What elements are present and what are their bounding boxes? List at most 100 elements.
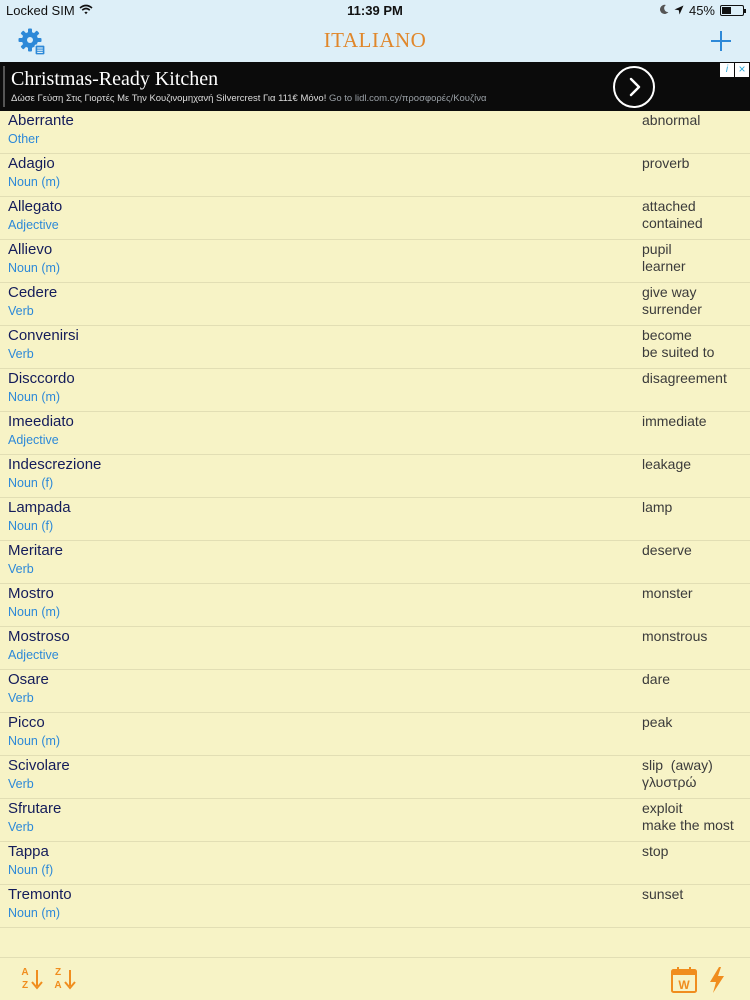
word-translation: give way surrender [642, 284, 702, 317]
word-italian: Mostroso [8, 628, 70, 645]
moon-icon [659, 3, 669, 18]
battery-icon [720, 5, 746, 16]
word-translation: become be suited to [642, 327, 715, 360]
word-type: Noun (m) [8, 261, 61, 275]
word-row[interactable]: Convenirsi Verb become be suited to [0, 326, 750, 369]
calendar-letter: W [678, 978, 690, 992]
word-translation: abnormal [642, 112, 701, 128]
word-italian: Indescrezione [8, 456, 102, 473]
sort-descending-button[interactable]: Z A [52, 966, 82, 994]
word-row[interactable]: Aberrante Other abnormal [0, 111, 750, 154]
ad-link[interactable]: Go to lidl.com.cy/προσφορές/Κουζίνα [329, 93, 487, 104]
battery-percentage: 45% [688, 3, 715, 18]
word-type: Noun (f) [8, 476, 54, 490]
word-type: Noun (m) [8, 906, 61, 920]
word-type: Verb [8, 347, 34, 361]
word-italian: Lampada [8, 499, 71, 516]
word-translation: pupil learner [642, 241, 686, 274]
word-row[interactable]: Imeediato Adjective immediate [0, 412, 750, 455]
status-time: 11:39 PM [347, 3, 403, 18]
ad-title: Christmas-Ready Kitchen [11, 68, 219, 90]
nav-bar: ITALIANO [0, 22, 750, 62]
info-icon[interactable]: i [720, 63, 734, 77]
word-row[interactable]: Indescrezione Noun (f) leakage [0, 455, 750, 498]
calendar-button[interactable]: W [670, 966, 698, 994]
word-italian: Aberrante [8, 112, 74, 129]
word-type: Verb [8, 304, 34, 318]
word-type: Adjective [8, 218, 59, 232]
word-row[interactable]: Tremonto Noun (m) sunset [0, 885, 750, 928]
sort-za-bottom: A [54, 980, 62, 991]
word-list: Aberrante Other abnormal Adagio Noun (m) prov… [0, 111, 750, 928]
ad-subtitle-line: Δώσε Γεύση Στις Γιορτές Με Την Κουζινομη… [11, 93, 487, 104]
word-italian: Convenirsi [8, 327, 79, 344]
chevron-right-icon [615, 77, 653, 110]
word-translation: sunset [642, 886, 684, 902]
calendar-icon: W [670, 967, 698, 998]
word-row[interactable]: Allievo Noun (m) pupil learner [0, 240, 750, 283]
plus-icon [708, 31, 734, 58]
word-translation: stop [642, 843, 669, 859]
sort-az-bottom: Z [21, 980, 29, 991]
word-translation: dare [642, 671, 671, 687]
word-row[interactable]: Sfrutare Verb exploit make the most [0, 799, 750, 842]
word-italian: Picco [8, 714, 45, 731]
word-type: Noun (m) [8, 605, 61, 619]
ad-subtitle: Δώσε Γεύση Στις Γιορτές Με Την Κουζινομη… [11, 93, 327, 104]
word-italian: Adagio [8, 155, 55, 172]
word-type: Verb [8, 777, 34, 791]
word-italian: Imeediato [8, 413, 74, 430]
word-row[interactable]: Lampada Noun (f) lamp [0, 498, 750, 541]
word-translation: leakage [642, 456, 692, 472]
word-row[interactable]: Meritare Verb deserve [0, 541, 750, 584]
word-translation: slip (away) γλυστρώ [642, 757, 713, 790]
word-translation: proverb [642, 155, 690, 171]
status-bar: Locked SIM 11:39 PM 45% [0, 0, 750, 22]
word-row[interactable]: Disccordo Noun (m) disagreement [0, 369, 750, 412]
word-row[interactable]: Tappa Noun (f) stop [0, 842, 750, 885]
word-translation: attached contained [642, 198, 703, 231]
ad-accent-bar [3, 66, 5, 107]
word-translation: monstrous [642, 628, 708, 644]
sort-za-top: Z [54, 967, 62, 978]
word-type: Noun (m) [8, 175, 61, 189]
add-word-button[interactable] [708, 28, 734, 54]
word-type: Noun (f) [8, 863, 54, 877]
word-italian: Meritare [8, 542, 64, 559]
page-title: ITALIANO [323, 28, 427, 52]
word-row[interactable]: Osare Verb dare [0, 670, 750, 713]
word-type: Verb [8, 691, 34, 705]
word-translation: exploit make the most [642, 800, 734, 833]
word-type: Noun (m) [8, 734, 61, 748]
word-type: Adjective [8, 433, 59, 447]
ad-open-button[interactable] [613, 66, 655, 108]
bottom-toolbar: A Z Z A W [0, 957, 750, 1000]
word-row[interactable]: Allegato Adjective attached contained [0, 197, 750, 240]
word-italian: Mostro [8, 585, 54, 602]
word-italian: Cedere [8, 284, 58, 301]
sort-ascending-button[interactable]: A Z [19, 966, 49, 994]
word-italian: Osare [8, 671, 49, 688]
word-row[interactable]: Scivolare Verb slip (away) γλυστρώ [0, 756, 750, 799]
word-row[interactable]: Picco Noun (m) peak [0, 713, 750, 756]
word-italian: Sfrutare [8, 800, 62, 817]
ad-banner[interactable]: Christmas-Ready Kitchen Δώσε Γεύση Στις … [0, 62, 750, 111]
quiz-button[interactable] [707, 966, 727, 994]
word-translation: lamp [642, 499, 673, 515]
location-icon [674, 3, 684, 18]
word-italian: Tremonto [8, 886, 72, 903]
word-row[interactable]: Mostroso Adjective monstrous [0, 627, 750, 670]
word-translation: peak [642, 714, 673, 730]
word-row[interactable]: Mostro Noun (m) monster [0, 584, 750, 627]
word-type: Verb [8, 820, 34, 834]
word-row[interactable]: Cedere Verb give way surrender [0, 283, 750, 326]
word-translation: immediate [642, 413, 707, 429]
word-type: Verb [8, 562, 34, 576]
close-icon[interactable]: × [735, 63, 749, 77]
word-row[interactable]: Adagio Noun (m) proverb [0, 154, 750, 197]
word-italian: Allievo [8, 241, 53, 258]
word-type: Adjective [8, 648, 59, 662]
word-type: Noun (m) [8, 390, 61, 404]
word-translation: monster [642, 585, 693, 601]
lightning-icon [707, 967, 727, 998]
